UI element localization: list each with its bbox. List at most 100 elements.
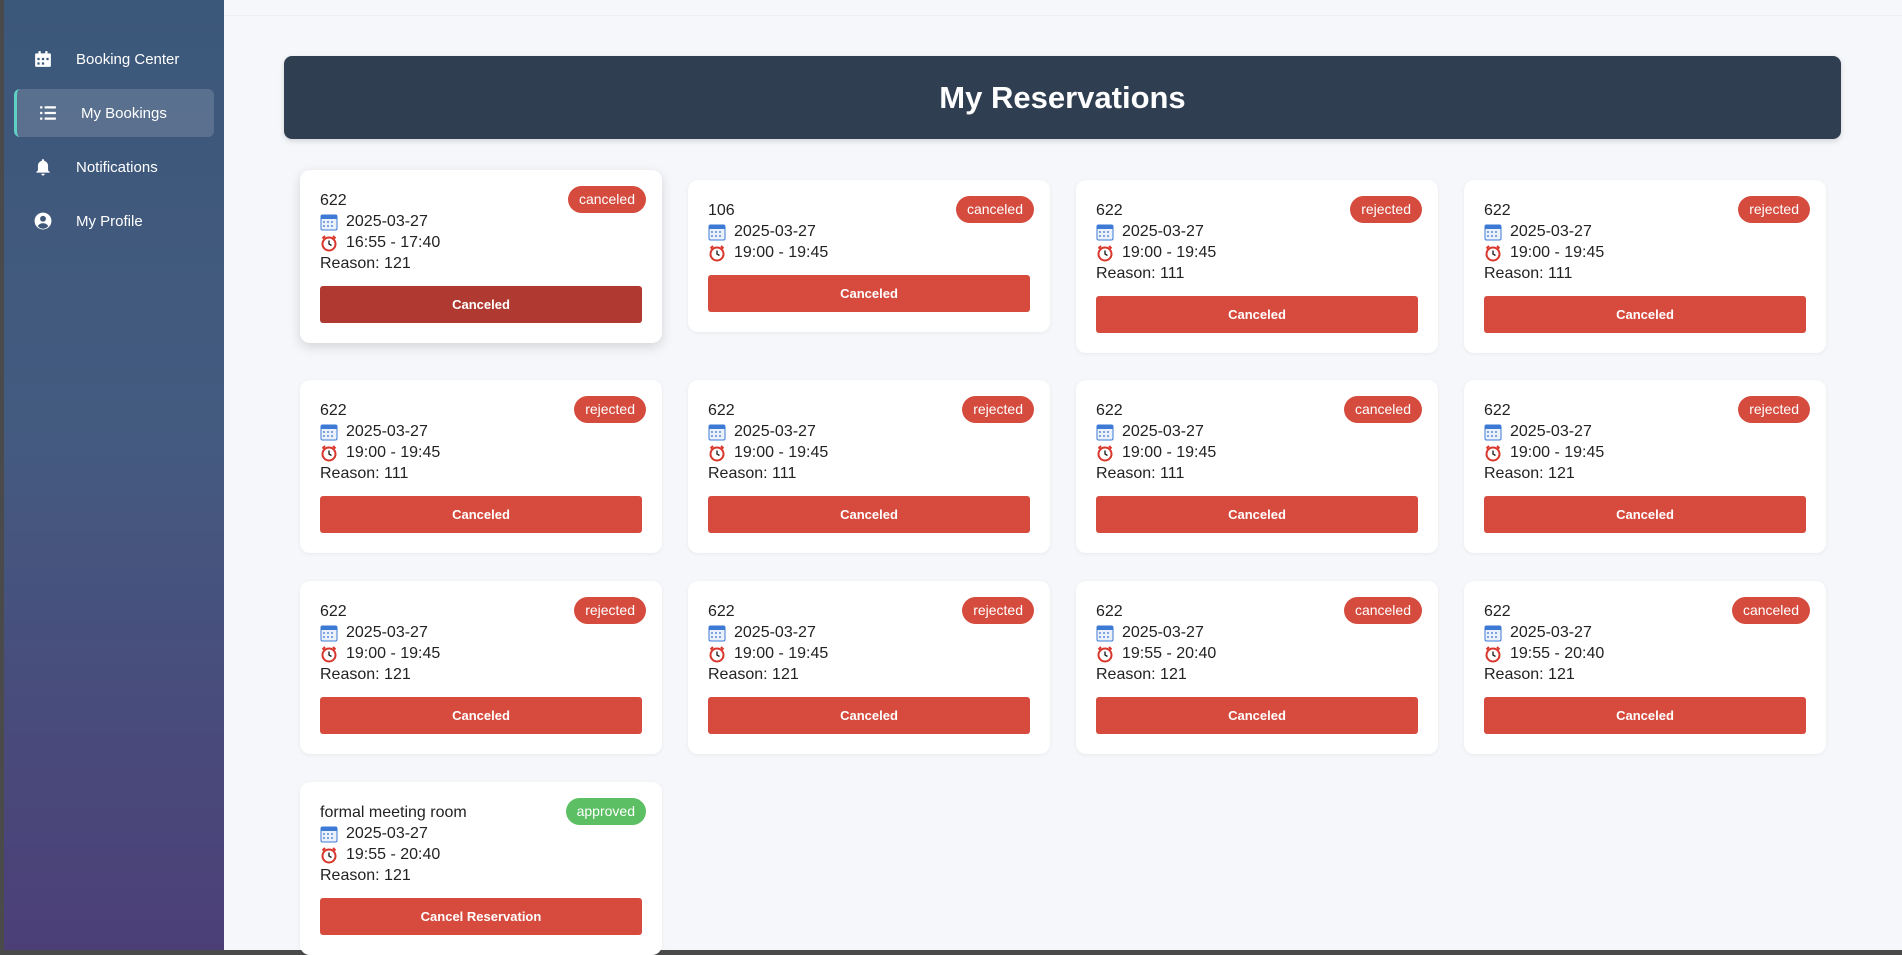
date-line: 2025-03-27 [320, 823, 642, 844]
time-line: 19:00 - 19:45 [708, 242, 1030, 263]
date-line: 2025-03-27 [708, 421, 1030, 442]
canceled-button[interactable]: Canceled [1484, 697, 1806, 734]
reason-text: Reason: 121 [320, 255, 411, 272]
date-text: 2025-03-27 [346, 423, 428, 440]
calendar-icon [708, 624, 726, 642]
time-text: 19:00 - 19:45 [734, 244, 829, 261]
alarm-clock-icon [1484, 444, 1502, 462]
reason-text: Reason: 121 [1484, 666, 1575, 683]
time-line: 19:00 - 19:45 [320, 643, 642, 664]
time-line: 19:00 - 19:45 [1484, 442, 1806, 463]
calendar-icon [34, 50, 52, 68]
list-icon [39, 104, 57, 122]
app-root: Booking Center My Bookings Notifications… [0, 0, 1902, 955]
status-badge: rejected [962, 597, 1034, 624]
canceled-button[interactable]: Canceled [1096, 296, 1418, 333]
calendar-icon [320, 213, 338, 231]
date-text: 2025-03-27 [1122, 423, 1204, 440]
reason-text: Reason: 121 [1484, 465, 1575, 482]
time-text: 19:00 - 19:45 [1122, 444, 1217, 461]
reservation-card: 622 2025-03-27 16:55 - 17:40 Reason: 121 can… [300, 170, 662, 343]
reservation-card: formal meeting room 2025-03-27 19:55 - 20:… [300, 782, 662, 955]
canceled-button[interactable]: Canceled [708, 697, 1030, 734]
sidebar-item-label: Notifications [76, 158, 158, 176]
date-line: 2025-03-27 [1096, 221, 1418, 242]
canceled-button[interactable]: Canceled [320, 697, 642, 734]
canceled-button[interactable]: Canceled [320, 496, 642, 533]
time-text: 19:55 - 20:40 [346, 846, 441, 863]
calendar-icon [708, 423, 726, 441]
canceled-button[interactable]: Canceled [1096, 496, 1418, 533]
calendar-icon [320, 825, 338, 843]
date-line: 2025-03-27 [1484, 221, 1806, 242]
reservation-card: 622 2025-03-27 19:00 - 19:45 Reason: 121 rej… [1464, 380, 1826, 553]
date-text: 2025-03-27 [1510, 624, 1592, 641]
alarm-clock-icon [320, 645, 338, 663]
date-text: 2025-03-27 [346, 825, 428, 842]
reservation-card: 622 2025-03-27 19:00 - 19:45 Reason: 111 rej… [1464, 180, 1826, 353]
bell-icon [34, 158, 52, 176]
date-text: 2025-03-27 [734, 423, 816, 440]
time-text: 19:55 - 20:40 [1122, 645, 1217, 662]
alarm-clock-icon [1484, 244, 1502, 262]
date-text: 2025-03-27 [346, 213, 428, 230]
date-text: 2025-03-27 [1122, 223, 1204, 240]
canceled-button[interactable]: Canceled [1096, 697, 1418, 734]
calendar-icon [1096, 624, 1114, 642]
top-strip [224, 0, 1902, 16]
status-badge: canceled [1731, 597, 1810, 624]
status-badge: canceled [955, 196, 1034, 223]
alarm-clock-icon [1096, 244, 1114, 262]
time-text: 19:00 - 19:45 [1510, 444, 1605, 461]
reason-text: Reason: 111 [1484, 265, 1573, 282]
date-line: 2025-03-27 [1484, 421, 1806, 442]
status-badge: canceled [1343, 396, 1422, 423]
time-line: 19:55 - 20:40 [1484, 643, 1806, 664]
reservation-card: 622 2025-03-27 19:00 - 19:45 Reason: 111 can… [1076, 380, 1438, 553]
reason-text: Reason: 121 [320, 867, 411, 884]
canceled-button[interactable]: Canceled [1484, 296, 1806, 333]
time-text: 19:00 - 19:45 [1122, 244, 1217, 261]
alarm-clock-icon [320, 444, 338, 462]
canceled-button[interactable]: Canceled [708, 275, 1030, 312]
user-circle-icon [34, 212, 52, 230]
status-badge: canceled [1343, 597, 1422, 624]
time-text: 19:00 - 19:45 [346, 444, 441, 461]
reservation-card: 622 2025-03-27 19:55 - 20:40 Reason: 121 can… [1464, 581, 1826, 754]
sidebar-item-notifications[interactable]: Notifications [14, 143, 214, 191]
cancel-reservation-button[interactable]: Cancel Reservation [320, 898, 642, 935]
calendar-icon [1484, 624, 1502, 642]
time-line: 19:00 - 19:45 [1096, 442, 1418, 463]
alarm-clock-icon [1096, 444, 1114, 462]
reason-text: Reason: 121 [320, 666, 411, 683]
sidebar-item-booking-center[interactable]: Booking Center [14, 35, 214, 83]
reservation-card: 106 2025-03-27 19:00 - 19:45 canceled Cancel… [688, 180, 1050, 332]
date-line: 2025-03-27 [708, 221, 1030, 242]
date-line: 2025-03-27 [320, 211, 642, 232]
time-line: 19:00 - 19:45 [1484, 242, 1806, 263]
sidebar-item-my-profile[interactable]: My Profile [14, 197, 214, 245]
sidebar-item-my-bookings[interactable]: My Bookings [14, 89, 214, 137]
time-text: 16:55 - 17:40 [346, 234, 441, 251]
reservation-card: 622 2025-03-27 19:00 - 19:45 Reason: 111 rej… [1076, 180, 1438, 353]
reservation-card: 622 2025-03-27 19:00 - 19:45 Reason: 111 rej… [300, 380, 662, 553]
date-text: 2025-03-27 [346, 624, 428, 641]
canceled-button[interactable]: Canceled [708, 496, 1030, 533]
canceled-button[interactable]: Canceled [320, 286, 642, 323]
time-line: 19:00 - 19:45 [708, 643, 1030, 664]
reservation-card: 622 2025-03-27 19:00 - 19:45 Reason: 121 rej… [688, 581, 1050, 754]
time-line: 19:55 - 20:40 [1096, 643, 1418, 664]
reason-text: Reason: 111 [1096, 465, 1185, 482]
status-badge: approved [565, 798, 646, 825]
date-text: 2025-03-27 [1122, 624, 1204, 641]
alarm-clock-icon [708, 645, 726, 663]
status-badge: rejected [574, 396, 646, 423]
date-line: 2025-03-27 [1096, 421, 1418, 442]
canceled-button[interactable]: Canceled [1484, 496, 1806, 533]
date-text: 2025-03-27 [734, 223, 816, 240]
date-line: 2025-03-27 [708, 622, 1030, 643]
status-badge: rejected [1738, 396, 1810, 423]
date-line: 2025-03-27 [320, 421, 642, 442]
time-line: 19:55 - 20:40 [320, 844, 642, 865]
calendar-icon [320, 423, 338, 441]
